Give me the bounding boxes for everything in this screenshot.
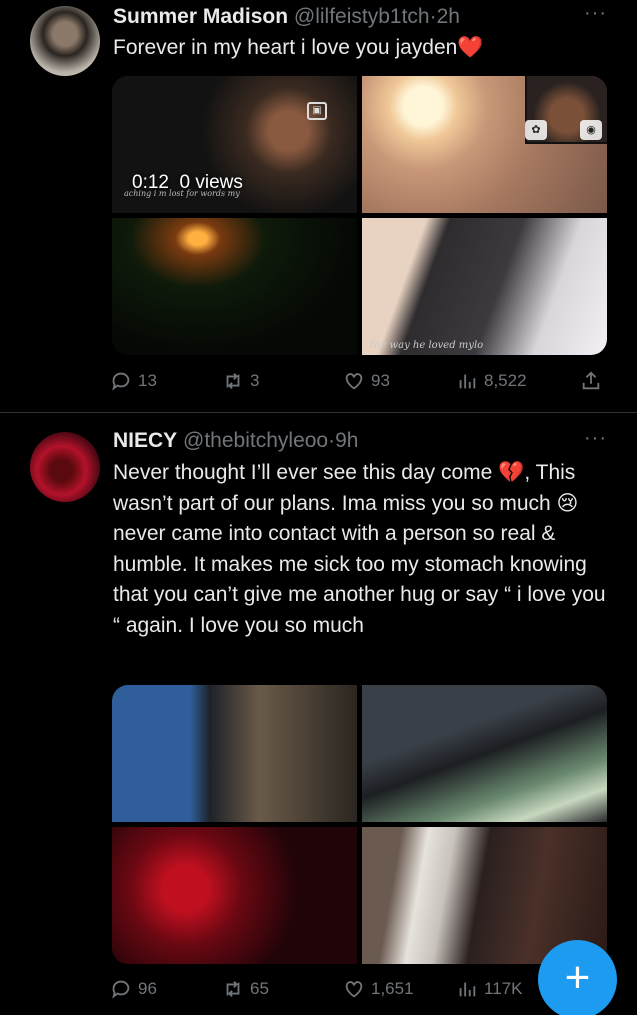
repost-button[interactable]: 3: [222, 366, 259, 396]
like-button[interactable]: 1,651: [343, 974, 414, 1004]
views-icon: [459, 374, 476, 389]
tweet-header: Summer Madison @lilfeistyb1tch·2h: [113, 5, 460, 29]
photo[interactable]: [112, 827, 357, 964]
camera-icon: ◉: [580, 120, 602, 140]
avatar[interactable]: [30, 432, 100, 502]
tweet[interactable]: Summer Madison @lilfeistyb1tch·2h ··· Fo…: [0, 0, 637, 413]
action-bar: 96 65 1,651 117K: [110, 974, 610, 1004]
separator-dot: ·: [429, 5, 437, 28]
like-button[interactable]: 93: [343, 366, 390, 396]
timestamp[interactable]: 2h: [437, 5, 460, 28]
photo-caption: the way he loved mylo: [370, 340, 484, 351]
photo[interactable]: [362, 685, 607, 822]
reply-count: 96: [138, 979, 157, 998]
user-handle[interactable]: @thebitchyleoo: [183, 429, 328, 452]
media-grid: [112, 685, 607, 964]
photo[interactable]: [112, 218, 357, 355]
like-count: 1,651: [371, 979, 414, 998]
effects-icon: ✿: [525, 120, 547, 140]
repost-icon: [226, 373, 240, 389]
repost-button[interactable]: 65: [222, 974, 269, 1004]
share-button[interactable]: [580, 366, 602, 396]
repost-count: 65: [250, 979, 269, 998]
reply-button[interactable]: 13: [110, 366, 157, 396]
tweet-text: Never thought I’ll ever see this day com…: [113, 461, 606, 637]
tweet-header: NIECY @thebitchyleoo·9h: [113, 429, 358, 453]
display-name[interactable]: Summer Madison: [113, 5, 288, 28]
repost-icon: [226, 981, 240, 997]
tweet-text: Forever in my heart i love you jayden❤️: [113, 36, 484, 59]
view-count: 8,522: [484, 371, 527, 390]
action-bar: 13 3 93 8,522: [110, 366, 610, 396]
heart-icon: [345, 981, 363, 998]
photo[interactable]: the way he loved mylo: [362, 218, 607, 355]
compose-button[interactable]: +: [538, 940, 617, 1015]
photo[interactable]: [112, 685, 357, 822]
display-name[interactable]: NIECY: [113, 429, 177, 452]
photo[interactable]: ✿ ◉: [362, 76, 607, 213]
timestamp[interactable]: 9h: [335, 429, 358, 452]
more-options-icon[interactable]: ···: [584, 2, 607, 25]
heart-icon: [345, 373, 363, 390]
like-count: 93: [371, 371, 390, 390]
views-button[interactable]: 8,522: [456, 366, 527, 396]
view-count: 117K: [484, 979, 523, 998]
reply-count: 13: [138, 371, 157, 390]
video-quality-icon: ▣: [307, 102, 327, 120]
views-button[interactable]: 117K: [456, 974, 522, 1004]
reply-icon: [112, 372, 130, 391]
repost-count: 3: [250, 371, 260, 390]
reply-icon: [112, 980, 130, 999]
video-caption: aching i m lost for words my: [124, 189, 240, 198]
more-options-icon[interactable]: ···: [584, 427, 607, 450]
reply-button[interactable]: 96: [110, 974, 157, 1004]
media-grid: ▣ 0:12 0 views aching i m lost for words…: [112, 76, 607, 355]
video-thumbnail[interactable]: ▣ 0:12 0 views aching i m lost for words…: [112, 76, 357, 213]
tweet[interactable]: NIECY @thebitchyleoo·9h ··· Never though…: [0, 413, 637, 1015]
views-icon: [459, 982, 476, 997]
user-handle[interactable]: @lilfeistyb1tch: [294, 5, 430, 28]
avatar[interactable]: [30, 6, 100, 76]
share-icon: [582, 371, 600, 390]
